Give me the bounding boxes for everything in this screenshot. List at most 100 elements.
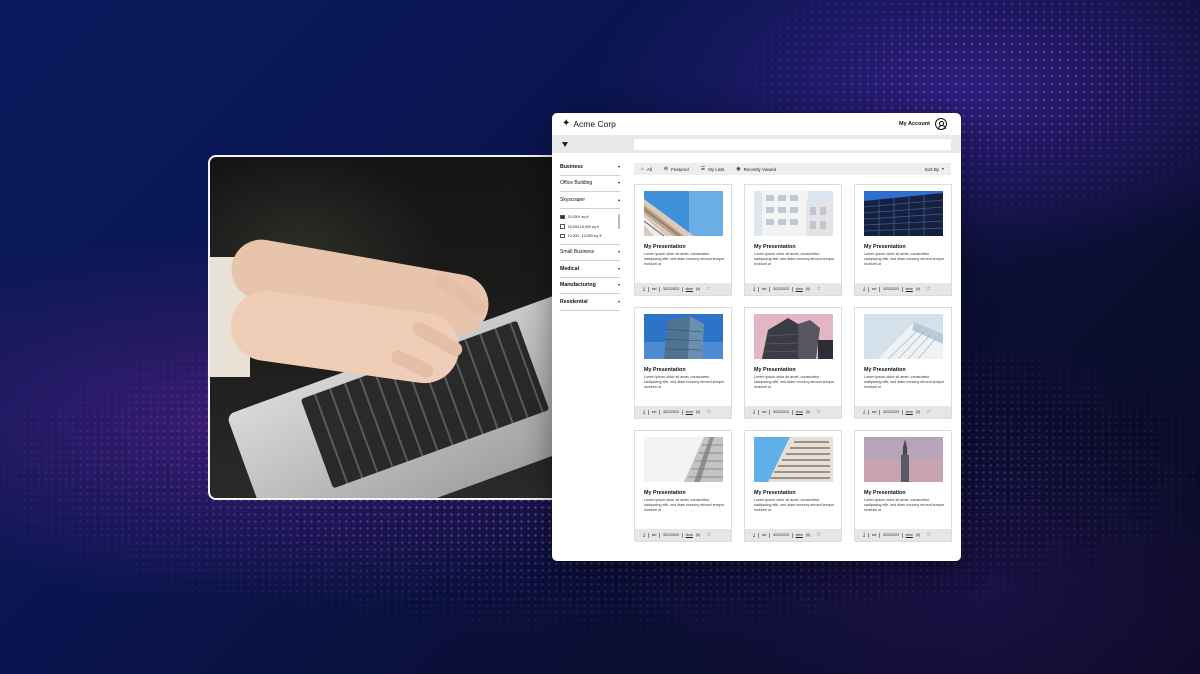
view-link[interactable]: view	[796, 410, 803, 414]
checkbox[interactable]	[560, 224, 565, 229]
size-option[interactable]: 15,000-19,000 sq ft	[560, 222, 620, 231]
brand-name: Acme Corp	[573, 119, 616, 129]
star-icon[interactable]: ☆	[816, 286, 821, 292]
star-icon[interactable]: ☆	[706, 286, 711, 292]
tab-recently-viewed-label: Recently Viewed	[743, 166, 777, 172]
card-footer: ⤓ sel 3/22/2023 view (0) ☆	[855, 283, 951, 295]
divider	[758, 286, 759, 292]
view-link[interactable]: view	[686, 410, 693, 414]
download-icon[interactable]: ⤓	[753, 286, 755, 292]
star-icon[interactable]: ☆	[926, 532, 931, 538]
building-thumbnail[interactable]	[754, 314, 833, 359]
view-link[interactable]: view	[906, 287, 913, 291]
star-icon[interactable]: ☆	[926, 286, 931, 292]
view-link[interactable]: view	[796, 287, 803, 291]
brand-logo[interactable]: ✦ Acme Corp	[562, 118, 616, 130]
presentation-card[interactable]: My Presentation Lorem ipsum dolor sit ame…	[854, 184, 952, 296]
sidebar-category-small-business[interactable]: Small Business	[560, 245, 620, 262]
size-option-label: 15,000-19,000 sq ft	[567, 224, 599, 229]
tab-recently-viewed[interactable]: ◉ Recently Viewed	[736, 165, 777, 172]
search-bar	[552, 135, 961, 153]
sparkle-icon: ✦	[562, 118, 571, 129]
star-icon[interactable]: ☆	[706, 409, 711, 415]
tab-my-lists[interactable]: ☰ My Lists	[701, 166, 725, 172]
divider	[769, 532, 771, 538]
account-menu[interactable]: My Account	[899, 118, 947, 130]
presentation-card[interactable]: My Presentation Lorem ipsum dolor sit ame…	[634, 307, 732, 419]
star-icon[interactable]: ☆	[816, 532, 821, 538]
sidebar-category-manufacturing[interactable]: Manufacturing	[560, 278, 620, 295]
building-thumbnail[interactable]	[754, 437, 833, 482]
tab-featured[interactable]: ⊚ Featured	[664, 166, 689, 172]
view-link[interactable]: view	[796, 533, 803, 537]
view-link[interactable]: view	[686, 533, 693, 537]
download-icon[interactable]: ⤓	[643, 409, 645, 415]
card-footer: ⤓ sel 3/22/2023 view (0) ☆	[855, 529, 951, 541]
card-date: 3/22/2023	[663, 533, 680, 537]
card-date: 3/22/2023	[883, 533, 900, 537]
sidebar-category-office-building[interactable]: Office Building	[560, 176, 620, 192]
download-icon[interactable]: ⤓	[643, 532, 645, 538]
star-icon[interactable]: ☆	[816, 409, 821, 415]
download-icon[interactable]: ⤓	[753, 532, 755, 538]
eye-icon: ◉	[736, 165, 741, 172]
divider	[792, 532, 793, 538]
building-thumbnail[interactable]	[754, 191, 833, 236]
view-link[interactable]: view	[906, 533, 913, 537]
building-thumbnail[interactable]	[864, 437, 943, 482]
size-option[interactable]: 20,000+ sq ft	[560, 213, 620, 222]
card-footer: ⤓ sel 3/22/2023 view (0) ☆	[855, 406, 951, 418]
divider	[769, 286, 771, 292]
card-date: 3/22/2023	[883, 287, 900, 291]
checkbox[interactable]	[560, 233, 565, 239]
sidebar-category-residential[interactable]: Residential	[560, 294, 620, 311]
download-icon[interactable]: ⤓	[863, 409, 865, 415]
download-icon[interactable]: ⤓	[643, 286, 645, 292]
card-footer: ⤓ sel 3/22/2023 view (0) ☆	[635, 283, 731, 295]
building-thumbnail[interactable]	[864, 191, 943, 236]
divider	[792, 409, 793, 415]
presentation-card[interactable]: My Presentation Lorem ipsum dolor sit ame…	[854, 307, 952, 419]
presentation-card[interactable]: My Presentation Lorem ipsum dolor sit ame…	[634, 184, 732, 296]
building-thumbnail[interactable]	[864, 314, 943, 359]
view-count: (0)	[805, 410, 811, 414]
presentation-card[interactable]: My Presentation Lorem ipsum dolor sit ame…	[634, 430, 732, 542]
building-thumbnail[interactable]	[644, 314, 723, 359]
card-type: sel	[651, 533, 657, 537]
download-icon[interactable]: ⤓	[753, 409, 755, 415]
building-thumbnail[interactable]	[644, 437, 723, 482]
sidebar-category-label: Residential	[560, 298, 588, 305]
view-link[interactable]: view	[686, 287, 693, 291]
star-icon[interactable]: ☆	[926, 409, 931, 415]
view-link[interactable]: view	[906, 410, 913, 414]
star-icon[interactable]: ☆	[706, 532, 711, 538]
top-bar: ✦ Acme Corp My Account	[552, 113, 961, 135]
app-window: ✦ Acme Corp My Account Business Office Bu…	[552, 113, 961, 561]
sort-by-dropdown[interactable]: Sort By	[925, 167, 944, 172]
presentation-card[interactable]: My Presentation Lorem ipsum dolor sit ame…	[854, 430, 952, 542]
presentation-card[interactable]: My Presentation Lorem ipsum dolor sit ame…	[744, 430, 842, 542]
tab-all[interactable]: ⌂ All	[641, 165, 652, 172]
filter-icon[interactable]	[562, 141, 568, 147]
sidebar-category-skyscraper[interactable]: Skyscraper	[560, 192, 620, 209]
presentation-card[interactable]: My Presentation Lorem ipsum dolor sit ame…	[744, 307, 842, 419]
card-title: My Presentation	[864, 244, 906, 250]
divider	[659, 532, 661, 538]
card-title: My Presentation	[644, 490, 686, 496]
download-icon[interactable]: ⤓	[863, 286, 865, 292]
card-date: 3/22/2023	[773, 533, 790, 537]
checkbox[interactable]	[560, 214, 565, 220]
sort-by-label: Sort By	[924, 166, 939, 172]
sidebar-category-medical[interactable]: Medical	[560, 261, 620, 278]
size-option[interactable]: 10,000 - 14,000 sq. ft	[560, 231, 620, 240]
divider	[769, 409, 771, 415]
laptop-typing-photo	[208, 155, 563, 500]
options-scrollbar[interactable]	[618, 213, 620, 229]
presentation-card[interactable]: My Presentation Lorem ipsum dolor sit ame…	[744, 184, 842, 296]
building-thumbnail[interactable]	[644, 191, 723, 236]
home-icon: ⌂	[641, 165, 645, 172]
card-description: Lorem ipsum dolor sit amet, consectetur …	[864, 375, 945, 389]
search-input[interactable]	[634, 138, 951, 150]
sidebar-category-business[interactable]: Business	[560, 159, 620, 176]
download-icon[interactable]: ⤓	[863, 532, 865, 538]
